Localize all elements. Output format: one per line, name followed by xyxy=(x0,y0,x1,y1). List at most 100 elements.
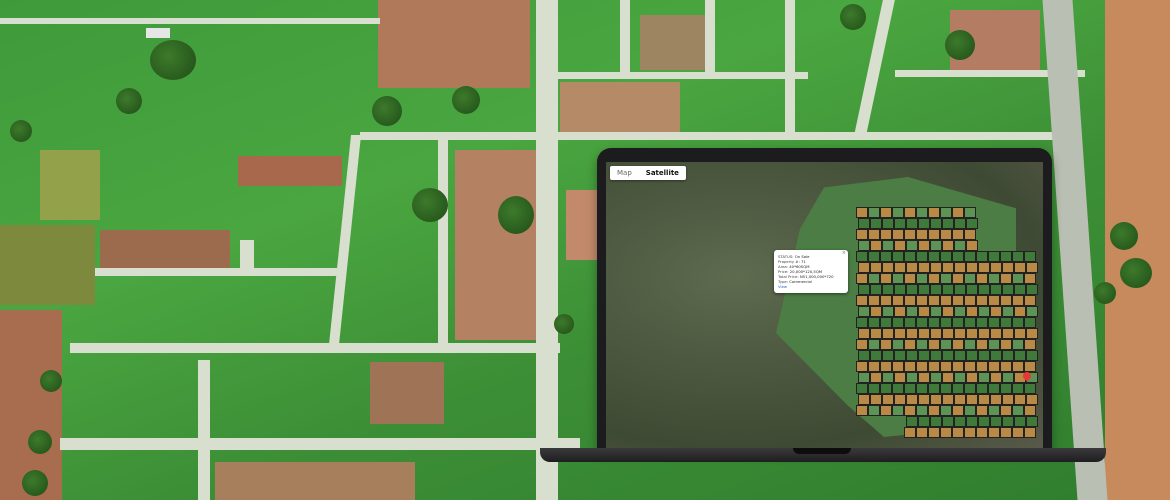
land-lot[interactable] xyxy=(952,339,964,350)
land-lot[interactable] xyxy=(1026,328,1038,339)
land-lot[interactable] xyxy=(954,218,966,229)
land-lot[interactable] xyxy=(976,273,988,284)
land-lot[interactable] xyxy=(870,240,882,251)
land-lot[interactable] xyxy=(856,317,868,328)
land-lot[interactable] xyxy=(978,350,990,361)
land-lot[interactable] xyxy=(978,394,990,405)
land-lot[interactable] xyxy=(856,361,868,372)
land-lot[interactable] xyxy=(978,306,990,317)
land-lot[interactable] xyxy=(906,416,918,427)
land-lot[interactable] xyxy=(1014,262,1026,273)
land-lot[interactable] xyxy=(966,416,978,427)
land-lot[interactable] xyxy=(880,273,892,284)
land-lot[interactable] xyxy=(930,218,942,229)
land-lot[interactable] xyxy=(882,372,894,383)
land-lot[interactable] xyxy=(990,350,1002,361)
land-lot[interactable] xyxy=(1012,405,1024,416)
land-lot[interactable] xyxy=(1012,361,1024,372)
land-lot[interactable] xyxy=(952,273,964,284)
land-lot[interactable] xyxy=(940,273,952,284)
land-lot[interactable] xyxy=(858,350,870,361)
land-lot[interactable] xyxy=(942,240,954,251)
land-lot[interactable] xyxy=(990,416,1002,427)
land-lot[interactable] xyxy=(870,328,882,339)
land-lot[interactable] xyxy=(858,218,870,229)
land-lot[interactable] xyxy=(916,295,928,306)
land-lot[interactable] xyxy=(990,284,1002,295)
land-lot[interactable] xyxy=(1014,284,1026,295)
land-lot[interactable] xyxy=(978,262,990,273)
land-lot[interactable] xyxy=(1002,416,1014,427)
land-lot[interactable] xyxy=(904,317,916,328)
land-lot[interactable] xyxy=(976,427,988,438)
land-lot[interactable] xyxy=(976,295,988,306)
land-lot[interactable] xyxy=(954,350,966,361)
land-lot[interactable] xyxy=(942,416,954,427)
land-lot[interactable] xyxy=(916,251,928,262)
land-lot[interactable] xyxy=(952,361,964,372)
land-lot[interactable] xyxy=(880,229,892,240)
land-lot[interactable] xyxy=(904,273,916,284)
land-lot[interactable] xyxy=(940,251,952,262)
land-lot[interactable] xyxy=(1012,273,1024,284)
land-lot[interactable] xyxy=(870,372,882,383)
land-lot[interactable] xyxy=(1012,317,1024,328)
land-lot[interactable] xyxy=(930,416,942,427)
land-lot[interactable] xyxy=(988,405,1000,416)
land-lot[interactable] xyxy=(894,350,906,361)
land-lot[interactable] xyxy=(894,394,906,405)
land-lot[interactable] xyxy=(1000,273,1012,284)
land-lot[interactable] xyxy=(1026,262,1038,273)
land-lot[interactable] xyxy=(868,229,880,240)
land-lot[interactable] xyxy=(906,240,918,251)
land-lot[interactable] xyxy=(1012,251,1024,262)
land-lot[interactable] xyxy=(1026,284,1038,295)
land-lot[interactable] xyxy=(918,394,930,405)
land-lot[interactable] xyxy=(976,251,988,262)
land-lot[interactable] xyxy=(906,306,918,317)
land-lot[interactable] xyxy=(868,405,880,416)
land-lot[interactable] xyxy=(942,262,954,273)
land-lot[interactable] xyxy=(894,240,906,251)
land-lot[interactable] xyxy=(942,306,954,317)
land-lot[interactable] xyxy=(906,218,918,229)
tab-map[interactable]: Map xyxy=(610,166,639,180)
land-lot[interactable] xyxy=(966,284,978,295)
land-lot[interactable] xyxy=(1002,372,1014,383)
land-lot[interactable] xyxy=(1024,339,1036,350)
land-lot[interactable] xyxy=(930,240,942,251)
land-lot[interactable] xyxy=(856,295,868,306)
land-lot[interactable] xyxy=(1012,427,1024,438)
popup-view-link[interactable]: View xyxy=(778,284,844,289)
land-lot[interactable] xyxy=(1000,317,1012,328)
land-lot[interactable] xyxy=(916,361,928,372)
land-lot[interactable] xyxy=(952,383,964,394)
land-lot[interactable] xyxy=(1024,273,1036,284)
land-lot[interactable] xyxy=(868,317,880,328)
land-lot[interactable] xyxy=(856,251,868,262)
land-lot[interactable] xyxy=(978,328,990,339)
land-lot[interactable] xyxy=(966,240,978,251)
land-lot[interactable] xyxy=(858,306,870,317)
land-lot[interactable] xyxy=(918,416,930,427)
land-lot[interactable] xyxy=(1002,306,1014,317)
land-lot[interactable] xyxy=(1000,295,1012,306)
land-lot[interactable] xyxy=(1024,317,1036,328)
land-lot[interactable] xyxy=(942,372,954,383)
land-lot[interactable] xyxy=(954,328,966,339)
land-lot[interactable] xyxy=(954,284,966,295)
land-lot[interactable] xyxy=(880,405,892,416)
land-lot[interactable] xyxy=(1026,416,1038,427)
land-lot[interactable] xyxy=(928,405,940,416)
land-lot[interactable] xyxy=(856,383,868,394)
land-lot[interactable] xyxy=(894,328,906,339)
land-lot[interactable] xyxy=(964,295,976,306)
land-lot[interactable] xyxy=(928,317,940,328)
land-lot[interactable] xyxy=(976,405,988,416)
land-lot[interactable] xyxy=(942,394,954,405)
tab-satellite[interactable]: Satellite xyxy=(639,166,686,180)
land-lot[interactable] xyxy=(942,284,954,295)
land-lot[interactable] xyxy=(1026,350,1038,361)
land-lot[interactable] xyxy=(952,229,964,240)
land-lot[interactable] xyxy=(1000,251,1012,262)
